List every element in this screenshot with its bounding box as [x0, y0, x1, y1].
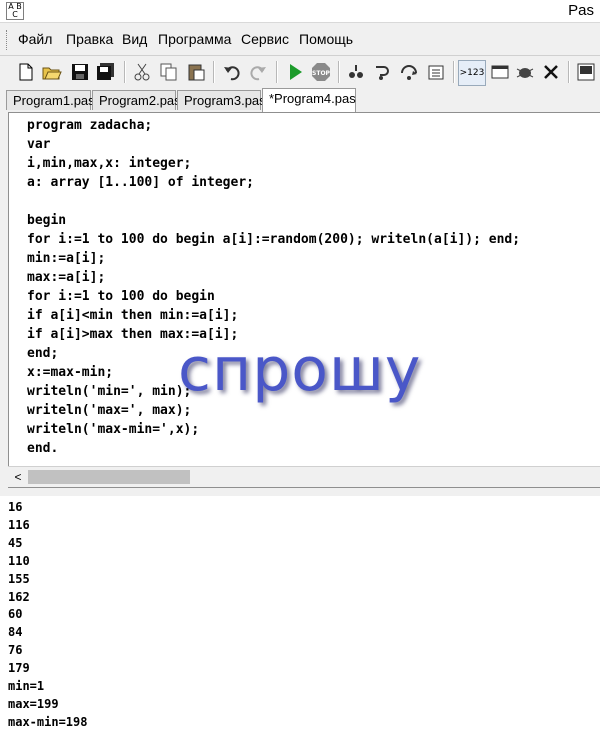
output-line: 155: [8, 571, 30, 586]
toolbar-separator: [568, 61, 570, 83]
copy-button[interactable]: [157, 60, 181, 84]
code-line[interactable]: a: array [1..100] of integer;: [27, 173, 520, 192]
stop-icon: STOP: [312, 63, 331, 81]
toolbar-separator: [453, 61, 455, 83]
new-file-button[interactable]: [14, 60, 38, 84]
code-line[interactable]: [27, 192, 520, 211]
code-line[interactable]: writeln('max-min=',x);: [27, 420, 520, 439]
cut-button[interactable]: [130, 60, 154, 84]
step-over-button[interactable]: [397, 60, 421, 84]
output-line: max-min=198: [8, 714, 88, 729]
close-button[interactable]: [539, 60, 563, 84]
menu-bar: Файл Правка Вид Программа Сервис Помощь: [0, 28, 600, 52]
window-title: Pas: [568, 2, 594, 19]
scroll-left-arrow-icon[interactable]: <: [10, 469, 26, 485]
window-icon: [491, 65, 509, 79]
toolbar-separator: [124, 61, 126, 83]
run-button[interactable]: [283, 60, 307, 84]
redo-button[interactable]: [246, 60, 270, 84]
tab-program4[interactable]: *Program4.pas: [262, 88, 356, 112]
exe-button[interactable]: [574, 60, 598, 84]
open-button[interactable]: [40, 60, 64, 84]
format-button[interactable]: >123: [458, 60, 486, 86]
code-editor[interactable]: program zadacha; var i,min,max,x: integer;…: [8, 112, 600, 488]
menu-file[interactable]: Файл: [18, 31, 52, 47]
run-icon: [290, 64, 302, 80]
code-line[interactable]: if a[i]<min then min:=a[i];: [27, 306, 520, 325]
paste-icon: [188, 64, 205, 81]
menu-edit[interactable]: Правка: [66, 31, 113, 47]
toolbar-separator: [213, 61, 215, 83]
save-all-icon: [97, 63, 114, 80]
output-line: 179: [8, 661, 30, 676]
undo-icon: [224, 66, 240, 81]
code-line[interactable]: i,min,max,x: integer;: [27, 154, 520, 173]
tab-program2[interactable]: Program2.pas: [92, 90, 181, 110]
toolbar-separator: [276, 61, 278, 83]
step-icon: [349, 65, 363, 78]
editor-horizontal-scrollbar[interactable]: <: [8, 466, 600, 487]
code-line[interactable]: for i:=1 to 100 do begin: [27, 287, 520, 306]
output-line: min=1: [8, 679, 45, 694]
code-line[interactable]: min:=a[i];: [27, 249, 520, 268]
save-all-button[interactable]: [94, 60, 118, 84]
code-line[interactable]: max:=a[i];: [27, 268, 520, 287]
paste-button[interactable]: [184, 60, 208, 84]
step-into-icon: [376, 66, 389, 80]
output-line: 116: [8, 517, 30, 532]
code-line[interactable]: begin: [27, 211, 520, 230]
close-icon: [544, 65, 558, 79]
redo-icon: [250, 66, 266, 81]
watch-button[interactable]: [424, 60, 448, 84]
step-into-button[interactable]: [370, 60, 394, 84]
watermark-text: спрошу: [178, 335, 422, 405]
title-bar: A BC Pas: [0, 0, 600, 23]
code-line[interactable]: for i:=1 to 100 do begin a[i]:=random(20…: [27, 230, 520, 249]
file-tabs: Program1.pas Program2.pas Program3.pas *…: [0, 88, 600, 112]
watch-icon: [428, 65, 444, 80]
debug-icon: [516, 68, 534, 78]
exe-icon: [577, 63, 595, 81]
scroll-thumb[interactable]: [28, 470, 190, 484]
tab-program3[interactable]: Program3.pas: [177, 90, 266, 110]
output-text: 16 116 45 110 155 162 60 84 76 179 min=1 max=199 max…: [8, 499, 87, 732]
menu-help[interactable]: Помощь: [299, 31, 353, 47]
menu-service[interactable]: Сервис: [241, 31, 289, 47]
save-icon: [72, 64, 88, 80]
copy-icon: [160, 63, 177, 81]
code-line[interactable]: var: [27, 135, 520, 154]
toolbar-separator: [338, 61, 340, 83]
new-file-icon: [19, 63, 33, 81]
tab-program1[interactable]: Program1.pas: [6, 90, 95, 110]
step-over-icon: [401, 65, 417, 80]
menu-program[interactable]: Программа: [158, 31, 231, 47]
output-line: 45: [8, 535, 23, 550]
code-line[interactable]: end.: [27, 439, 520, 458]
output-line: max=199: [8, 696, 59, 711]
output-line: 16: [8, 500, 23, 514]
cut-icon: [134, 63, 150, 81]
toolbar: STOP >123: [0, 55, 600, 90]
output-line: 76: [8, 643, 23, 658]
output-window[interactable]: 16 116 45 110 155 162 60 84 76 179 min=1 max=199 max…: [0, 496, 600, 736]
output-line: 110: [8, 553, 30, 568]
code-text[interactable]: program zadacha; var i,min,max,x: integer;…: [27, 116, 520, 458]
output-line: 162: [8, 589, 30, 604]
debug-button[interactable]: [513, 60, 537, 84]
save-button[interactable]: [68, 60, 92, 84]
open-icon: [42, 67, 62, 80]
window-button[interactable]: [488, 60, 512, 84]
stop-button[interactable]: STOP: [309, 60, 333, 84]
output-line: 84: [8, 625, 23, 640]
svg-text:STOP: STOP: [312, 70, 331, 77]
undo-button[interactable]: [220, 60, 244, 84]
output-line: 60: [8, 607, 23, 622]
ide-window: A BC Pas Файл Правка Вид Программа Серви…: [0, 0, 600, 736]
step-button[interactable]: [344, 60, 368, 84]
app-icon: A BC: [6, 2, 24, 20]
code-line[interactable]: program zadacha;: [27, 116, 520, 135]
menu-view[interactable]: Вид: [122, 31, 147, 47]
format-label: >123: [459, 68, 485, 78]
